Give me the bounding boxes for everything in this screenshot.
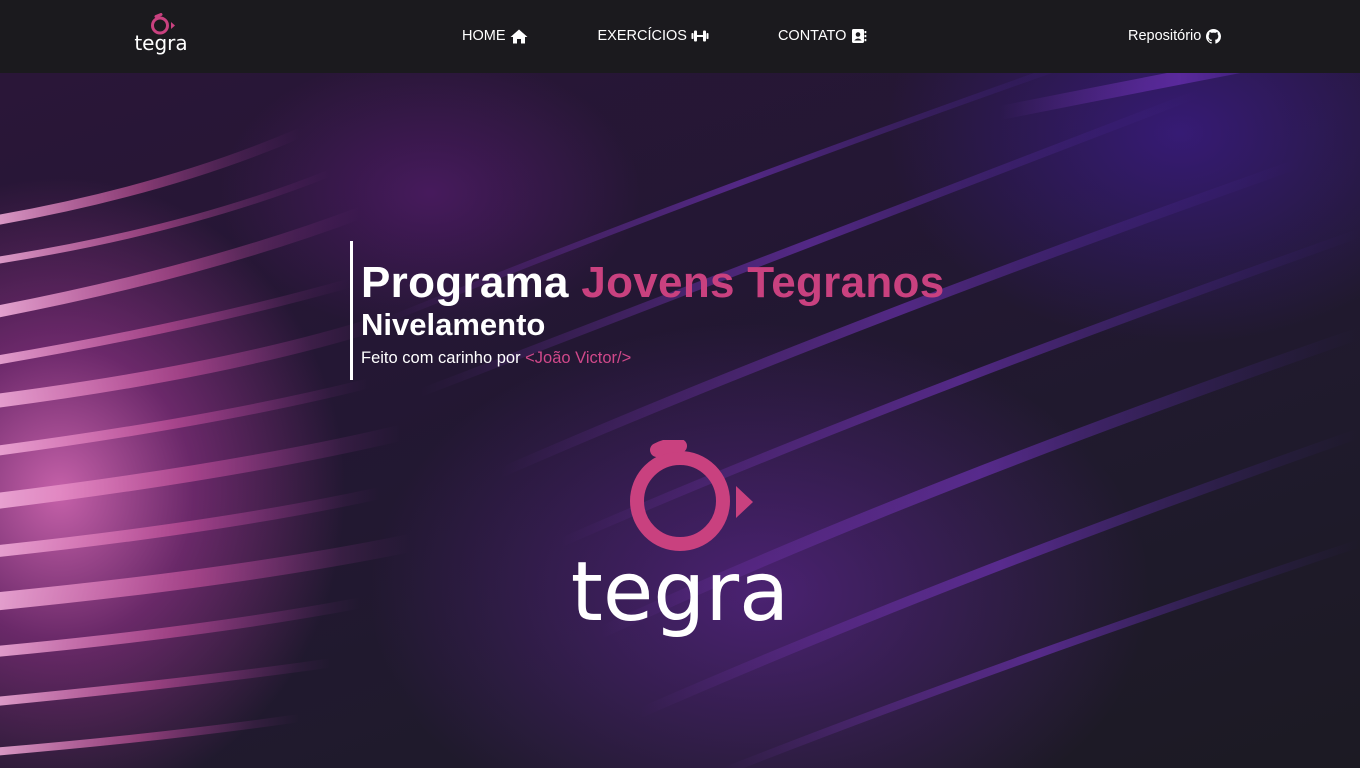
- hero-credit: Feito com carinho por <João Victor/>: [361, 349, 944, 368]
- tegra-logo-icon: tegra: [134, 13, 188, 55]
- nav-link-home-label: HOME: [462, 28, 506, 44]
- credit-prefix: Feito com carinho por: [361, 349, 521, 367]
- hero-logo: tegra: [560, 438, 800, 640]
- dumbbell-icon: [691, 28, 709, 44]
- repository-link-label: Repositório: [1128, 28, 1202, 44]
- nav-logo-text: tegra: [134, 31, 187, 55]
- nav-link-contact[interactable]: CONTATO: [778, 28, 868, 44]
- nav-logo[interactable]: tegra: [134, 13, 188, 57]
- nav-link-contact-label: CONTATO: [777, 28, 847, 44]
- page: tegra HOME EXERCÍCIOS CONTATO Repositóri…: [0, 0, 1360, 768]
- nav-link-exercises[interactable]: EXERCÍCIOS: [598, 28, 709, 44]
- hero-background: [0, 73, 1360, 768]
- nav-link-home[interactable]: HOME: [462, 28, 528, 44]
- nav-link-exercises-label: EXERCÍCIOS: [597, 28, 687, 44]
- hero-logo-text: tegra: [571, 545, 790, 640]
- navbar: tegra HOME EXERCÍCIOS CONTATO Repositóri…: [0, 0, 1360, 73]
- brush-streaks-background: [0, 73, 1360, 768]
- hero-text-block: Programa Jovens Tegranos Nivelamento Fei…: [350, 241, 944, 380]
- credit-author-link[interactable]: <João Victor/>: [525, 349, 631, 367]
- hero-title: Programa Jovens Tegranos: [361, 258, 944, 308]
- tegra-logo-large-icon: tegra: [571, 438, 790, 640]
- github-icon: [1205, 28, 1221, 44]
- hero-title-accent: Jovens Tegranos: [581, 258, 945, 307]
- repository-link[interactable]: Repositório: [1128, 28, 1221, 44]
- address-book-icon: [850, 28, 868, 44]
- hero-title-main: Programa: [361, 258, 569, 307]
- hero-subtitle: Nivelamento: [361, 307, 546, 342]
- home-icon: [510, 28, 528, 44]
- nav-links: HOME EXERCÍCIOS CONTATO: [462, 28, 868, 44]
